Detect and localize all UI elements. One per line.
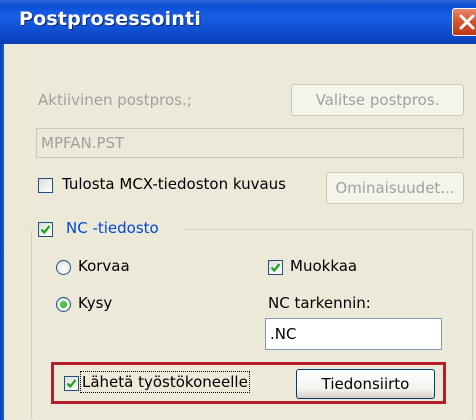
edit-checkbox[interactable]	[268, 260, 283, 275]
properties-button-label: Ominaisuudet...	[335, 179, 455, 197]
postprocessor-field[interactable]: MPFAN.PST	[36, 128, 464, 158]
print-description-label: Tulosta MCX-tiedoston kuvaus	[62, 175, 286, 193]
window-border	[0, 44, 4, 420]
checkmark-icon	[40, 225, 51, 235]
send-to-machine-checkbox[interactable]	[64, 376, 79, 391]
ask-radio[interactable]	[56, 297, 71, 312]
transfer-button-label: Tiedonsiirto	[321, 375, 410, 393]
close-icon	[459, 14, 475, 30]
overwrite-label: Korvaa	[78, 257, 130, 275]
edit-label: Muokkaa	[290, 257, 358, 275]
send-to-machine-label: Lähetä työstökoneelle	[80, 371, 250, 393]
active-postprocessor-label: Aktiivinen postpros.;	[38, 91, 192, 109]
properties-button[interactable]: Ominaisuudet...	[326, 172, 464, 204]
overwrite-radio[interactable]	[56, 260, 71, 275]
select-postprocessor-button[interactable]: Valitse postpros.	[291, 84, 464, 116]
postprocessor-value: MPFAN.PST	[41, 134, 125, 152]
print-description-checkbox[interactable]	[38, 178, 53, 193]
ask-label: Kysy	[78, 294, 113, 312]
radio-selected-dot	[60, 301, 67, 308]
transfer-button[interactable]: Tiedonsiirto	[296, 369, 435, 399]
nc-extension-label: NC tarkennin:	[268, 294, 371, 312]
nc-extension-input[interactable]: .NC	[265, 318, 442, 350]
window-title: Postprosessointi	[19, 8, 202, 30]
nc-file-label: NC -tiedosto	[66, 219, 159, 237]
title-bar[interactable]: Postprosessointi	[0, 0, 476, 44]
checkmark-icon	[66, 379, 77, 389]
select-postprocessor-label: Valitse postpros.	[315, 91, 440, 109]
nc-extension-value: .NC	[270, 325, 297, 343]
checkmark-icon	[270, 263, 281, 273]
nc-file-checkbox[interactable]	[38, 222, 53, 237]
close-button[interactable]	[452, 8, 476, 36]
